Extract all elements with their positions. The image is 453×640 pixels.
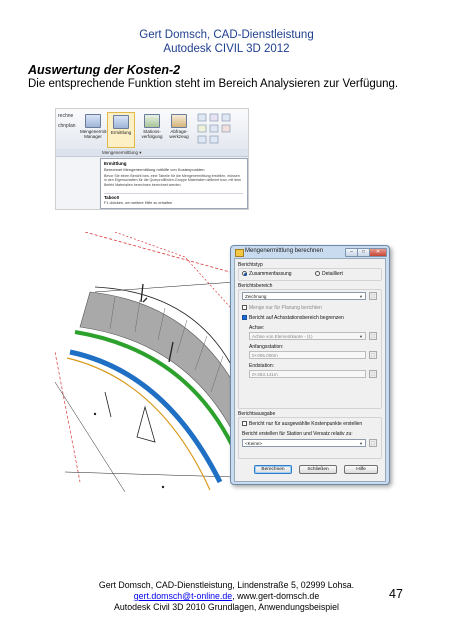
pick-end-station-icon[interactable]: ⬚ [369, 370, 377, 378]
ribbon-button-inquiry-tool[interactable]: Abfrage- werkzeug [166, 112, 192, 146]
pick-start-station-icon[interactable]: ⬚ [369, 351, 377, 359]
dialog-title: Mengenermittlung berechnen [245, 248, 324, 254]
header-company: Gert Domsch, CAD-Dienstleistung [139, 29, 314, 41]
red-boundary-line [114, 232, 231, 308]
triangle-marker [136, 405, 156, 443]
checkbox-planning-only[interactable] [242, 305, 247, 310]
alignment-label: Achse: [249, 325, 265, 331]
road-plan-svg [55, 232, 235, 492]
tooltip-subtitle: Berechnet Mengenermittlung mithilfe von … [104, 167, 205, 172]
plan-line [94, 281, 235, 293]
footer-book-title: Autodesk Civil 3D 2010 Grundlagen, Anwen… [114, 602, 339, 612]
station-offset-label: Bericht erstellen für Station und Versat… [242, 431, 353, 437]
ribbon-panel-label[interactable]: Mengenermittlung ▾ [56, 149, 248, 157]
close-button[interactable]: ✕ [369, 248, 387, 257]
checkbox-limit-to-alignment[interactable] [242, 315, 247, 320]
calculate-button[interactable]: Berechnen [254, 465, 292, 474]
station-tracker-icon [144, 114, 160, 128]
ribbon-small-icons [197, 113, 231, 144]
radio-summary-label: Zusammenfassung [249, 271, 292, 277]
ribbon-label-2: chnplan [58, 123, 76, 129]
dialog-quantity-takeoff: Mengenermittlung berechnen – □ ✕ Bericht… [230, 245, 390, 485]
ribbon-button-station-tracking[interactable]: Stations- verfolgung [139, 112, 165, 146]
orange-edge [66, 357, 211, 491]
radio-summary[interactable] [242, 271, 247, 276]
start-station-label: Anfangsstation: [249, 344, 284, 350]
checkbox-limit-to-alignment-label: Bericht auf Achsstationsbereich begrenze… [249, 315, 344, 321]
tooltip-f1-title: Taboo!! [104, 195, 120, 200]
footer-address: Gert Domsch, CAD-Dienstleistung, Lindens… [98, 580, 355, 590]
page-footer: Gert Domsch, CAD-Dienstleistung, Lindens… [0, 580, 453, 613]
chevron-down-icon: ▼ [359, 334, 363, 339]
ribbon-panel: rechne chnplan Mengenermit- Manager Ermi… [56, 109, 248, 150]
page-header: Gert Domsch, CAD-Dienstleistung Autodesk… [0, 28, 453, 56]
radio-detailed-label: Detailliert [322, 271, 343, 277]
alignment-select[interactable]: Achse von Elementkante - (1) ▼ [249, 332, 366, 340]
end-station-label: Endstation: [249, 363, 275, 369]
cad-drawing [55, 232, 235, 492]
plan-line [55, 381, 126, 492]
tooltip-title: Ermittlung [104, 161, 127, 166]
chevron-down-icon: ▼ [359, 441, 363, 446]
pick-alignment-icon[interactable]: ⬚ [369, 332, 377, 340]
red-boundary-line [55, 351, 81, 483]
footer-web: , www.gert-domsch.de [232, 591, 320, 601]
station-marker [140, 283, 148, 303]
help-button[interactable]: Hilfe [344, 465, 378, 474]
tooltip-f1-text: F1 drücken, um weitere Hilfe zu erhalten [104, 201, 173, 205]
ribbon-label-1: rechne [58, 113, 74, 119]
inquiry-tool-icon [171, 114, 187, 128]
ribbon-screenshot: rechne chnplan Mengenermit- Manager Ermi… [55, 108, 249, 210]
chevron-down-icon: ▼ [359, 294, 363, 299]
tooltip-divider [104, 193, 243, 194]
checkbox-planning-only-label: Menge nur für Planung berichten [249, 305, 322, 311]
section-title: Auswertung der Kosten-2 [28, 63, 181, 77]
ribbon-button-ermittlung[interactable]: Ermittlung [107, 112, 135, 148]
footer-contact: gert.domsch@t-online.de, www.gert-domsch… [0, 591, 453, 602]
range-select[interactable]: Zeichnung ▼ [242, 292, 366, 300]
station-marker [104, 391, 112, 418]
checkbox-selected-pay-items-label: Bericht nur für ausgewählte Kostenpunkte… [249, 421, 363, 427]
footer-email-link[interactable]: gert.domsch@t-online.de [134, 591, 232, 601]
start-station-field[interactable]: 0+005.000m [249, 351, 366, 359]
header-product: Autodesk CIVIL 3D 2012 [163, 43, 290, 55]
dialog-body: Berichtstyp Zusammenfassung Detailliert … [234, 258, 386, 482]
pick-in-drawing-icon[interactable]: ⬚ [369, 292, 377, 300]
radio-detailed[interactable] [315, 271, 320, 276]
station-offset-select[interactable]: <Keine> ▼ [242, 439, 366, 447]
station-point [161, 485, 165, 489]
ribbon-tooltip: Ermittlung Berechnet Mengenermittlung mi… [100, 158, 248, 209]
checkbox-selected-pay-items[interactable] [242, 421, 247, 426]
station-point [93, 412, 97, 416]
pick-reference-icon[interactable]: ⬚ [369, 439, 377, 447]
close-dialog-button[interactable]: Schließen [299, 465, 337, 474]
tooltip-body: Bevor Sie einen Bericht bzw. eine Tabell… [104, 174, 242, 187]
end-station-field[interactable]: 0+283.141m [249, 370, 366, 378]
red-boundary-line [84, 232, 231, 273]
plan-line [64, 471, 235, 478]
ribbon-button-manager[interactable]: Mengenermit- Manager [80, 112, 108, 146]
section-description: Die entsprechende Funktion steht im Bere… [28, 78, 399, 90]
app-icon [235, 249, 244, 257]
quantity-manager-icon [85, 114, 101, 128]
compute-quantity-icon [113, 115, 129, 129]
page-number: 47 [389, 587, 403, 601]
